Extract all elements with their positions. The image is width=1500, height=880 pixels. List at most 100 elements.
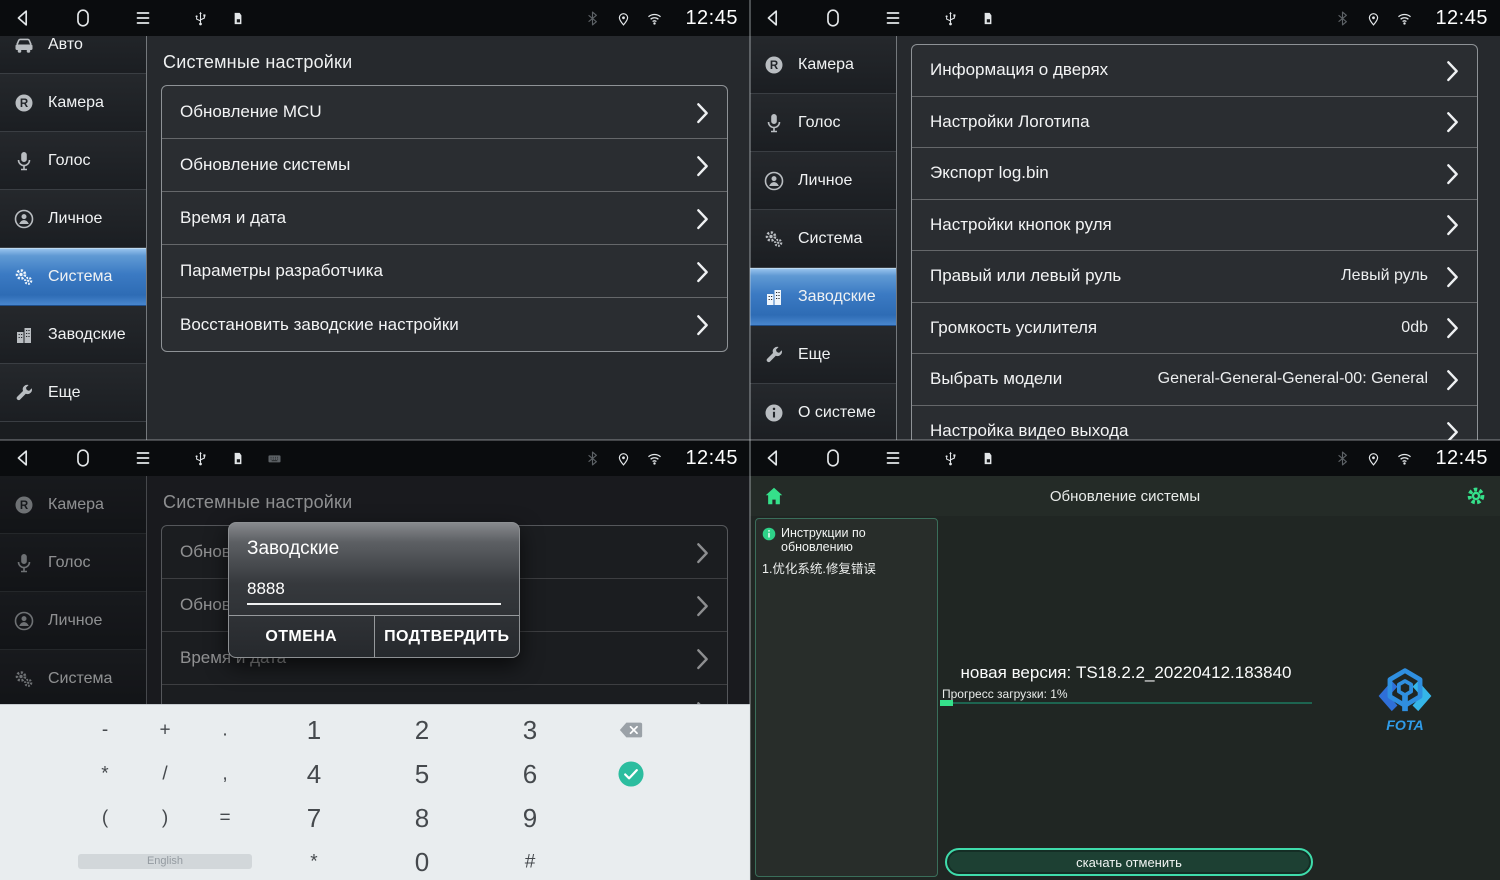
back-icon[interactable] — [12, 7, 34, 29]
update-instructions-panel: Инструкции по обновлению 1.优化系统.修复错误 — [755, 518, 938, 877]
sidebar-item-personal[interactable]: Личное — [0, 592, 146, 650]
instructions-title: Инструкции по обновлению — [781, 526, 931, 554]
home-icon[interactable] — [72, 7, 94, 29]
sidebar-item-system[interactable]: Система — [750, 210, 896, 268]
menu-icon[interactable] — [132, 447, 154, 469]
list-item-factory-reset[interactable]: Восстановить заводские настройки — [162, 298, 727, 351]
key-equals[interactable]: = — [219, 809, 230, 828]
key-6[interactable]: 6 — [523, 761, 537, 787]
key-4[interactable]: 4 — [307, 761, 321, 787]
backspace-key[interactable] — [618, 721, 644, 740]
key-0[interactable]: 0 — [415, 849, 429, 875]
status-bar-left — [12, 7, 246, 29]
sidebar-item-camera[interactable]: R Камера — [750, 36, 896, 94]
key-7[interactable]: 7 — [307, 805, 321, 831]
list-item-export-log[interactable]: Экспорт log.bin — [912, 148, 1477, 200]
key-slash[interactable]: / — [162, 765, 167, 784]
sidebar-item-voice[interactable]: Голос — [0, 132, 146, 190]
key-9[interactable]: 9 — [523, 805, 537, 831]
key-minus[interactable]: - — [102, 721, 108, 740]
chevron-right-icon — [696, 314, 709, 335]
download-cancel-button[interactable]: скачать отменить — [945, 848, 1313, 876]
list-item-mcu-update[interactable]: Обновление MCU — [162, 86, 727, 139]
key-5[interactable]: 5 — [415, 761, 429, 787]
sidebar-item-personal[interactable]: Личное — [750, 152, 896, 210]
back-icon[interactable] — [12, 447, 34, 469]
sidebar-item-system-selected[interactable]: Система — [0, 248, 146, 306]
instructions-line: 1.优化系统.修复错误 — [762, 558, 931, 577]
bluetooth-icon — [584, 10, 601, 27]
sd-card-icon — [229, 10, 246, 27]
usb-icon — [192, 450, 209, 467]
list-item-door-info[interactable]: Информация о дверях — [912, 45, 1477, 97]
key-period[interactable]: . — [222, 721, 227, 740]
chevron-right-icon — [1446, 317, 1459, 338]
list-item-amp-volume[interactable]: Громкость усилителя 0db — [912, 303, 1477, 355]
chevron-right-icon — [696, 155, 709, 176]
key-star[interactable]: * — [310, 853, 317, 872]
chevron-right-icon — [1446, 266, 1459, 287]
confirm-check-icon — [618, 761, 645, 788]
list-item-value: Левый руль — [1341, 267, 1428, 285]
key-hash[interactable]: # — [525, 853, 536, 872]
sidebar-item-more[interactable]: Еще — [750, 326, 896, 384]
stitched-screenshots: 12:45 Авто R Камера Голос Личн — [0, 0, 1500, 880]
keyboard-icon — [266, 450, 283, 467]
list-item-logo-settings[interactable]: Настройки Логотипа — [912, 97, 1477, 149]
chevron-right-icon — [1446, 421, 1459, 440]
list-item-developer-options[interactable]: Параметры разработчика — [162, 245, 727, 298]
progress-bar — [940, 702, 1312, 704]
confirm-key[interactable] — [618, 761, 645, 788]
home-icon[interactable] — [822, 447, 844, 469]
sidebar-item-factory[interactable]: Заводские — [0, 306, 146, 364]
car-icon — [12, 36, 36, 57]
home-green-icon[interactable] — [763, 485, 785, 507]
status-bar-right: 12:45 — [1334, 447, 1488, 470]
sidebar-item-voice[interactable]: Голос — [750, 94, 896, 152]
menu-icon[interactable] — [132, 7, 154, 29]
sidebar-item-more[interactable]: Еще — [0, 364, 146, 422]
sidebar-item-camera[interactable]: R Камера — [0, 74, 146, 132]
back-icon[interactable] — [762, 447, 784, 469]
factory-password-dialog: Заводские 8888 ОТМЕНА ПОДТВЕРДИТЬ — [228, 522, 520, 658]
menu-icon[interactable] — [882, 447, 904, 469]
usb-icon — [942, 10, 959, 27]
key-8[interactable]: 8 — [415, 805, 429, 831]
sidebar-item-voice[interactable]: Голос — [0, 534, 146, 592]
list-item-system-update[interactable]: Обновление системы — [162, 139, 727, 192]
chevron-right-icon — [1446, 163, 1459, 184]
key-comma[interactable]: , — [222, 765, 227, 784]
key-plus[interactable]: + — [159, 721, 170, 740]
status-bar-left — [762, 7, 996, 29]
list-item-select-model[interactable]: Выбрать модели General-General-General-0… — [912, 354, 1477, 406]
password-input[interactable]: 8888 — [247, 579, 501, 605]
key-paren-close[interactable]: ) — [162, 809, 168, 828]
home-icon[interactable] — [72, 447, 94, 469]
key-1[interactable]: 1 — [307, 717, 321, 743]
list-item-steering-side[interactable]: Правый или левый руль Левый руль — [912, 251, 1477, 303]
key-3[interactable]: 3 — [523, 717, 537, 743]
sidebar-item-about[interactable]: О системе — [750, 384, 896, 440]
list-item-steering-buttons[interactable]: Настройки кнопок руля — [912, 200, 1477, 252]
sidebar-item-camera[interactable]: R Камера — [0, 476, 146, 534]
person-icon — [12, 207, 36, 231]
settings-gear-icon[interactable] — [1465, 485, 1487, 507]
sidebar-item-system[interactable]: Система — [0, 650, 146, 708]
sidebar-item-personal[interactable]: Личное — [0, 190, 146, 248]
confirm-button[interactable]: ПОДТВЕРДИТЬ — [375, 616, 520, 657]
cancel-button[interactable]: ОТМЕНА — [229, 616, 375, 657]
key-asterisk[interactable]: * — [101, 765, 108, 784]
key-paren-open[interactable]: ( — [102, 809, 108, 828]
key-2[interactable]: 2 — [415, 717, 429, 743]
quadrant-body: Авто R Камера Голос Личное Система — [0, 36, 750, 440]
list-item-date-time[interactable]: Время и дата — [162, 192, 727, 245]
camera-icon: R — [12, 493, 36, 517]
menu-icon[interactable] — [882, 7, 904, 29]
sidebar-item-auto[interactable]: Авто — [0, 36, 146, 74]
back-icon[interactable] — [762, 7, 784, 29]
list-item-video-output[interactable]: Настройка видео выхода — [912, 406, 1477, 441]
language-switch-key[interactable]: English — [78, 854, 252, 869]
sidebar-item-factory-selected[interactable]: Заводские — [750, 268, 896, 326]
svg-text:R: R — [770, 60, 779, 72]
home-icon[interactable] — [822, 7, 844, 29]
